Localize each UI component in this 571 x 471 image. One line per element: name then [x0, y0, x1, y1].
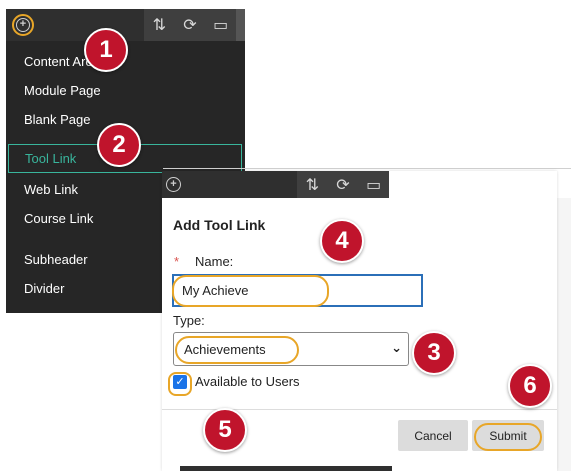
refresh-icon[interactable]: ⟳	[332, 175, 354, 195]
dialog-title: Add Tool Link	[173, 217, 266, 233]
name-field[interactable]	[172, 274, 423, 307]
submit-button[interactable]: Submit	[472, 420, 544, 451]
step-badge-1: 1	[84, 28, 128, 72]
cancel-button[interactable]: Cancel	[398, 420, 468, 451]
dialog-toolbar-tools: ⇅ ⟳ ▭	[297, 171, 389, 198]
background-strip	[180, 466, 392, 471]
menu-item-tool-link-label: Tool Link	[25, 151, 77, 166]
add-circle-icon[interactable]: +	[166, 177, 181, 192]
background-divider	[163, 168, 571, 169]
available-label: Available to Users	[195, 374, 300, 389]
menu-toolbar: + ⇅ ⟳ ▭	[6, 9, 245, 41]
chevron-down-icon: ⌄	[391, 340, 402, 355]
required-marker: *	[174, 254, 180, 269]
add-circle-icon: +	[16, 18, 30, 32]
step-badge-6: 6	[508, 364, 552, 408]
dialog-toolbar: + ⇅ ⟳ ▭	[162, 171, 389, 198]
type-label: Type:	[173, 313, 205, 328]
name-label: Name:	[195, 254, 234, 269]
type-select[interactable]: Achievements ⌄	[173, 332, 409, 366]
reorder-icon[interactable]: ⇅	[301, 175, 323, 195]
name-input[interactable]	[174, 276, 421, 305]
refresh-icon[interactable]: ⟳	[179, 15, 201, 35]
background-panel	[557, 198, 571, 471]
menu-toolbar-tools: ⇅ ⟳ ▭	[144, 9, 236, 41]
step-badge-5: 5	[203, 408, 247, 452]
menu-scrollbar[interactable]	[236, 9, 245, 41]
step-badge-3: 3	[412, 331, 456, 375]
add-menu-item-button[interactable]: +	[12, 14, 34, 36]
menu-item-web-link[interactable]: Web Link	[24, 182, 78, 197]
menu-item-subheader[interactable]: Subheader	[24, 252, 88, 267]
menu-item-course-link[interactable]: Course Link	[24, 211, 93, 226]
folder-icon[interactable]: ▭	[210, 15, 232, 35]
folder-icon[interactable]: ▭	[363, 175, 385, 195]
menu-item-module-page[interactable]: Module Page	[24, 83, 101, 98]
reorder-icon[interactable]: ⇅	[148, 15, 170, 35]
type-select-value: Achievements	[184, 342, 266, 357]
menu-item-divider[interactable]: Divider	[24, 281, 64, 296]
step-badge-2: 2	[97, 123, 141, 167]
available-checkbox[interactable]: ✓	[173, 375, 187, 389]
step-badge-4: 4	[320, 219, 364, 263]
menu-item-blank-page[interactable]: Blank Page	[24, 112, 91, 127]
